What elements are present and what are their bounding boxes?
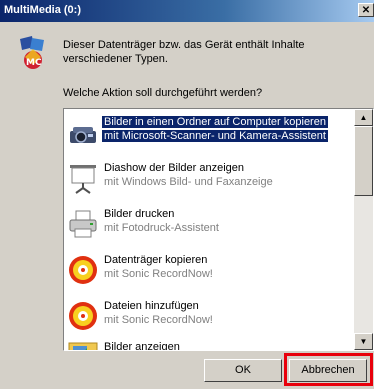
- action-subtitle: mit Sonic RecordNow!: [104, 268, 213, 280]
- cancel-highlight-frame: [284, 353, 373, 386]
- mixed-content-icon: MC: [20, 36, 44, 69]
- action-title: Datenträger kopieren: [104, 254, 208, 266]
- action-subtitle: mit Windows Bild- und Faxanzeige: [104, 176, 273, 188]
- action-title: Bilder drucken: [104, 208, 175, 220]
- close-button[interactable]: ✕: [358, 3, 374, 17]
- action-subtitle: mit Sonic RecordNow!: [104, 314, 213, 326]
- list-item-copy-disc[interactable]: Datenträger kopieren mit Sonic RecordNow…: [64, 247, 355, 293]
- scroll-down-button[interactable]: ▼: [354, 333, 373, 350]
- action-title: Bilder in einen Ordner auf Computer kopi…: [101, 115, 329, 129]
- question-label: Welche Aktion soll durchgeführt werden?: [63, 87, 263, 99]
- picture-folder-icon: [68, 342, 98, 350]
- projector-screen-icon: [70, 165, 96, 194]
- list-item-slideshow[interactable]: Diashow der Bilder anzeigen mit Windows …: [64, 155, 355, 201]
- window-title: MultiMedia (0:): [4, 4, 81, 16]
- description-text: Dieser Datenträger bzw. das Gerät enthäl…: [63, 39, 305, 65]
- list-item-copy-pictures[interactable]: Bilder in einen Ordner auf Computer kopi…: [64, 109, 355, 155]
- svg-text:MC: MC: [26, 58, 42, 68]
- camera-icon: [70, 127, 96, 143]
- list-scrollbar[interactable]: ▲ ▼: [354, 109, 373, 350]
- action-subtitle: mit Microsoft-Scanner- und Kamera-Assist…: [102, 130, 328, 142]
- sonic-disc-icon: [69, 302, 97, 330]
- title-bar[interactable]: MultiMedia (0:) ✕: [0, 0, 374, 22]
- printer-icon: [69, 210, 97, 238]
- scroll-up-button[interactable]: ▲: [354, 109, 373, 126]
- sonic-disc-icon: [69, 256, 97, 284]
- scroll-thumb[interactable]: [354, 126, 373, 196]
- action-title: Dateien hinzufügen: [104, 300, 199, 312]
- ok-button[interactable]: OK: [204, 359, 282, 382]
- action-subtitle: mit Fotodruck-Assistent: [104, 222, 219, 234]
- action-list-viewport: Bilder in einen Ordner auf Computer kopi…: [64, 109, 355, 350]
- action-title: Bilder anzeigen: [104, 341, 180, 350]
- list-item-view-pictures[interactable]: Bilder anzeigen: [64, 331, 355, 350]
- action-title: Diashow der Bilder anzeigen: [104, 162, 245, 174]
- list-item-print[interactable]: Bilder drucken mit Fotodruck-Assistent: [64, 201, 355, 247]
- action-list[interactable]: Bilder in einen Ordner auf Computer kopi…: [63, 108, 374, 351]
